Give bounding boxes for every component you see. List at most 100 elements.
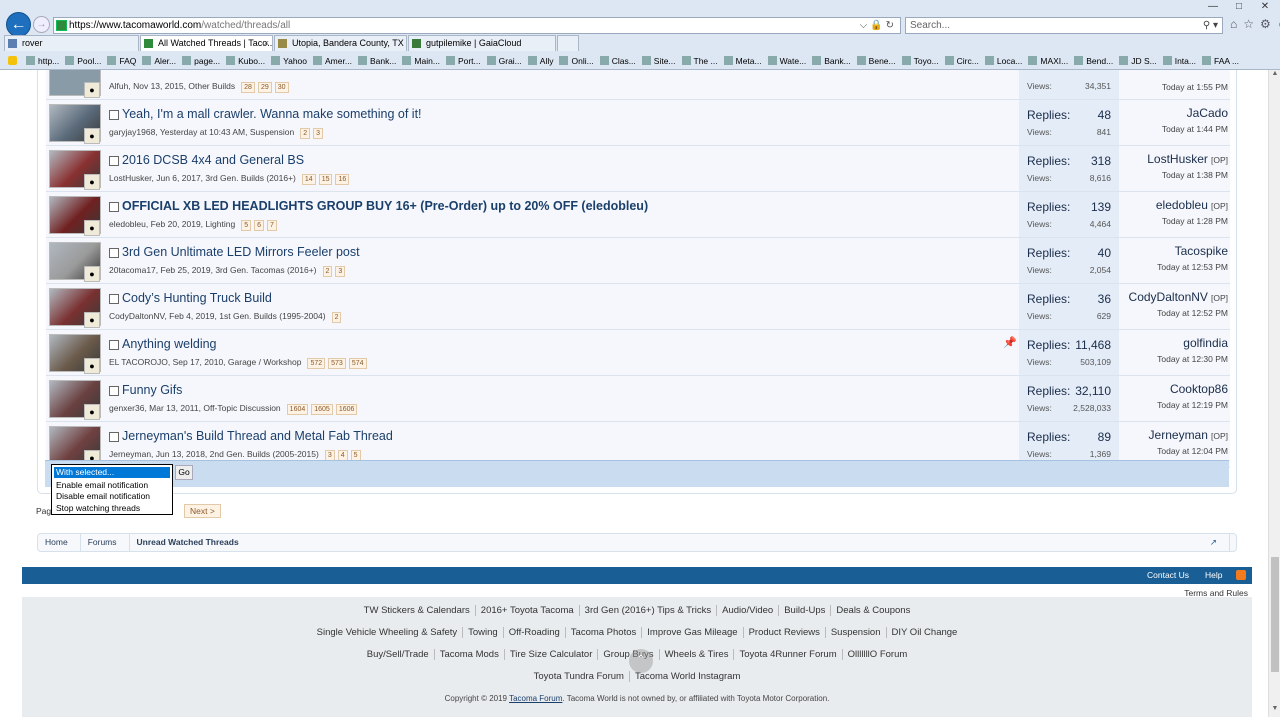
last-post-user[interactable]: CodyDaltonNV	[1129, 290, 1208, 304]
thread-title-link[interactable]: 2016 DCSB 4x4 and General BS	[122, 153, 304, 167]
bookmark-item[interactable]: Bank...	[358, 53, 396, 69]
thread-checkbox[interactable]	[109, 340, 119, 350]
rss-icon[interactable]	[1236, 570, 1246, 580]
close-icon[interactable]: ✕	[1252, 0, 1278, 14]
bookmark-item[interactable]: Wate...	[768, 53, 807, 69]
help-link[interactable]: Help	[1205, 567, 1222, 584]
page-link[interactable]: 1606	[335, 404, 358, 415]
page-link[interactable]: 1605	[311, 404, 333, 415]
contact-us-link[interactable]: Contact Us	[1147, 567, 1189, 584]
footer-link[interactable]: DIY Oil Change	[887, 627, 963, 638]
bookmark-item[interactable]: Bene...	[857, 53, 896, 69]
footer-link[interactable]: Toyota 4Runner Forum	[734, 649, 843, 660]
footer-link[interactable]: Product Reviews	[743, 627, 826, 638]
table-row[interactable]: ● Funny Gifs genxer36, Mar 13, 2011, Off-T…	[46, 376, 1230, 422]
page-link[interactable]: 2	[300, 128, 311, 139]
go-button[interactable]: Go	[175, 465, 193, 480]
last-post-time[interactable]: Today at 12:30 PM	[1157, 354, 1228, 364]
vertical-scrollbar[interactable]: ▲ ▼	[1268, 70, 1280, 717]
avatar[interactable]: ●	[84, 358, 100, 374]
page-link[interactable]: 5	[241, 220, 252, 231]
bookmark-item[interactable]: Bend...	[1074, 53, 1113, 69]
tab-rover[interactable]: rover	[4, 35, 139, 51]
footer-link[interactable]: Off-Roading	[503, 627, 566, 638]
avatar[interactable]: ●	[84, 312, 100, 328]
footer-link[interactable]: OlllllllO Forum	[843, 649, 913, 660]
dropdown-option-stop-watching[interactable]: Stop watching threads	[52, 503, 172, 514]
footer-link[interactable]: Wheels & Tires	[659, 649, 735, 660]
maximize-icon[interactable]: □	[1226, 0, 1252, 14]
thread-checkbox[interactable]	[109, 248, 119, 258]
bookmark-item[interactable]: Meta...	[724, 53, 762, 69]
bookmark-item[interactable]: Main...	[402, 53, 440, 69]
thread-checkbox[interactable]	[109, 156, 119, 166]
bookmark-item[interactable]: Port...	[446, 53, 481, 69]
page-link[interactable]: 1604	[286, 404, 309, 415]
page-link[interactable]: 3	[313, 128, 324, 139]
address-actions-icon[interactable]: ⌵🔒↻	[860, 18, 897, 33]
avatar[interactable]: ●	[84, 82, 100, 98]
scrollbar-thumb[interactable]	[1271, 557, 1279, 672]
bookmark-item[interactable]: FAA ...	[1202, 53, 1239, 69]
bookmark-item[interactable]: Ally	[528, 53, 554, 69]
with-selected-dropdown[interactable]: With selected... Enable email notificati…	[51, 464, 173, 515]
bookmark-item[interactable]: Aler...	[142, 53, 176, 69]
avatar[interactable]: ●	[84, 220, 100, 236]
bookmark-item[interactable]: http...	[26, 53, 59, 69]
page-link[interactable]: 574	[348, 358, 367, 369]
tab-close-icon[interactable]: ×	[264, 36, 269, 51]
scroll-top-icon[interactable]: ⌃	[629, 649, 653, 673]
last-post-user[interactable]: JaCado	[1187, 106, 1228, 120]
tab-utopia[interactable]: Utopia, Bandera County, TX Fa...	[274, 35, 407, 51]
last-post-time[interactable]: Today at 12:52 PM	[1129, 308, 1228, 318]
thread-checkbox[interactable]	[109, 432, 119, 442]
last-post-user[interactable]: golfindia	[1183, 336, 1228, 350]
gear-icon[interactable]: ⚙	[1260, 17, 1271, 31]
favorites-star-icon[interactable]	[8, 53, 20, 69]
avatar[interactable]: ●	[84, 174, 100, 190]
breadcrumb-forums[interactable]: Forums	[81, 534, 130, 551]
page-link[interactable]: 7	[267, 220, 277, 231]
avatar[interactable]: ●	[84, 404, 100, 420]
footer-link[interactable]: Tacoma Mods	[434, 649, 505, 660]
search-box[interactable]: Search... ⚲ ▾	[905, 17, 1223, 34]
table-row[interactable]: ● Yeah, I'm a mall crawler. Wanna make so…	[46, 100, 1230, 146]
footer-link[interactable]: Audio/Video	[717, 605, 780, 616]
address-bar[interactable]: https://www.tacomaworld.com/watched/thre…	[53, 17, 901, 34]
next-page-button[interactable]: Next >	[184, 504, 221, 518]
footer-link[interactable]: Towing	[463, 627, 504, 638]
last-post-user[interactable]: Cooktop86	[1170, 382, 1228, 396]
home-icon[interactable]: ⌂	[1230, 17, 1237, 31]
page-link[interactable]: 14	[301, 174, 316, 185]
bookmark-item[interactable]: Site...	[642, 53, 676, 69]
dropdown-option-enable-email[interactable]: Enable email notification	[52, 480, 172, 491]
tab-watched-threads[interactable]: All Watched Threads | Taco... ×	[140, 35, 273, 51]
page-link[interactable]: 6	[254, 220, 264, 231]
page-link[interactable]: 3	[335, 266, 346, 277]
bookmark-item[interactable]: The ...	[682, 53, 718, 69]
last-post-user[interactable]: LostHusker	[1147, 152, 1208, 166]
external-link-icon[interactable]: ↗	[1203, 534, 1230, 551]
dropdown-option-disable-email[interactable]: Disable email notification	[52, 491, 172, 502]
last-post-time[interactable]: Today at 1:38 PM	[1147, 170, 1228, 180]
forward-button[interactable]: →	[33, 16, 50, 33]
thread-title-link[interactable]: Jerneyman's Build Thread and Metal Fab T…	[122, 429, 393, 443]
footer-link[interactable]: Build-Ups	[779, 605, 832, 616]
last-post-time[interactable]: Today at 12:53 PM	[1157, 262, 1228, 272]
thread-checkbox[interactable]	[109, 294, 119, 304]
last-post-time[interactable]: Today at 1:28 PM	[1156, 216, 1228, 226]
avatar[interactable]: ●	[84, 266, 100, 282]
page-link[interactable]: 30	[274, 82, 289, 93]
table-row[interactable]: ● Cody’s Hunting Truck Build CodyDaltonNV,…	[46, 284, 1230, 330]
page-link[interactable]: 573	[328, 358, 346, 369]
bookmark-item[interactable]: Bank...	[812, 53, 850, 69]
bookmark-item[interactable]: Kubo...	[226, 53, 265, 69]
table-row[interactable]: ● Anything welding EL TACOROJO, Sep 17, 20…	[46, 330, 1230, 376]
footer-link[interactable]: 2016+ Toyota Tacoma	[475, 605, 580, 616]
bookmark-item[interactable]: page...	[182, 53, 220, 69]
footer-link[interactable]: Improve Gas Mileage	[642, 627, 744, 638]
bookmark-item[interactable]: Grai...	[487, 53, 522, 69]
thread-checkbox[interactable]	[109, 110, 119, 120]
table-row[interactable]: ● 2016 DCSB 4x4 and General BS LostHusker,…	[46, 146, 1230, 192]
breadcrumb-current[interactable]: Unread Watched Threads	[130, 534, 251, 551]
